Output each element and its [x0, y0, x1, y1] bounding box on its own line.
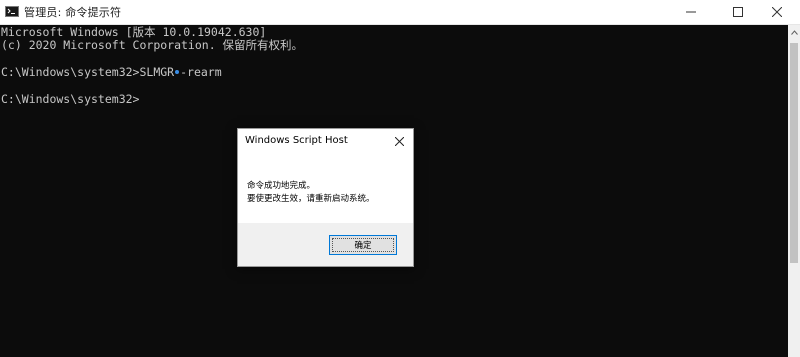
console-command-line: C:\Windows\system32>SLMGR -rearm [1, 66, 222, 79]
command-prompt-window: 管理员: 命令提示符 Microsoft Windows [版本 10.0.19… [0, 0, 800, 357]
dialog-message-line: 命令成功地完成。 [247, 181, 316, 191]
scroll-up-button[interactable] [788, 25, 800, 39]
chevron-up-icon [790, 29, 798, 35]
maximize-icon [733, 7, 743, 17]
title-bar[interactable]: 管理员: 命令提示符 [0, 0, 800, 25]
dialog-close-button[interactable] [391, 133, 407, 149]
message-dialog: Windows Script Host 命令成功地完成。 要使更改生效，请重新启… [237, 128, 414, 267]
dialog-title: Windows Script Host [245, 135, 348, 146]
vertical-scrollbar[interactable] [788, 25, 800, 357]
cmd-icon [5, 6, 19, 17]
dialog-footer: 确定 [238, 223, 413, 266]
console-prompt-command: C:\Windows\system32>SLMGR [1, 65, 175, 79]
close-icon [394, 136, 404, 146]
ok-button[interactable]: 确定 [329, 235, 397, 255]
space-marker-icon [175, 69, 180, 74]
console-line: (c) 2020 Microsoft Corporation. 保留所有权利。 [1, 38, 304, 52]
console-prompt: C:\Windows\system32> [1, 92, 140, 106]
close-icon [772, 7, 782, 17]
scrollbar-thumb[interactable] [790, 43, 798, 263]
minimize-icon [686, 11, 696, 13]
minimize-button[interactable] [668, 0, 714, 24]
dialog-message-line: 要使更改生效，请重新启动系统。 [247, 194, 375, 204]
window-title: 管理员: 命令提示符 [24, 6, 122, 19]
close-button[interactable] [754, 0, 800, 24]
console-command-arg: -rearm [180, 65, 222, 79]
